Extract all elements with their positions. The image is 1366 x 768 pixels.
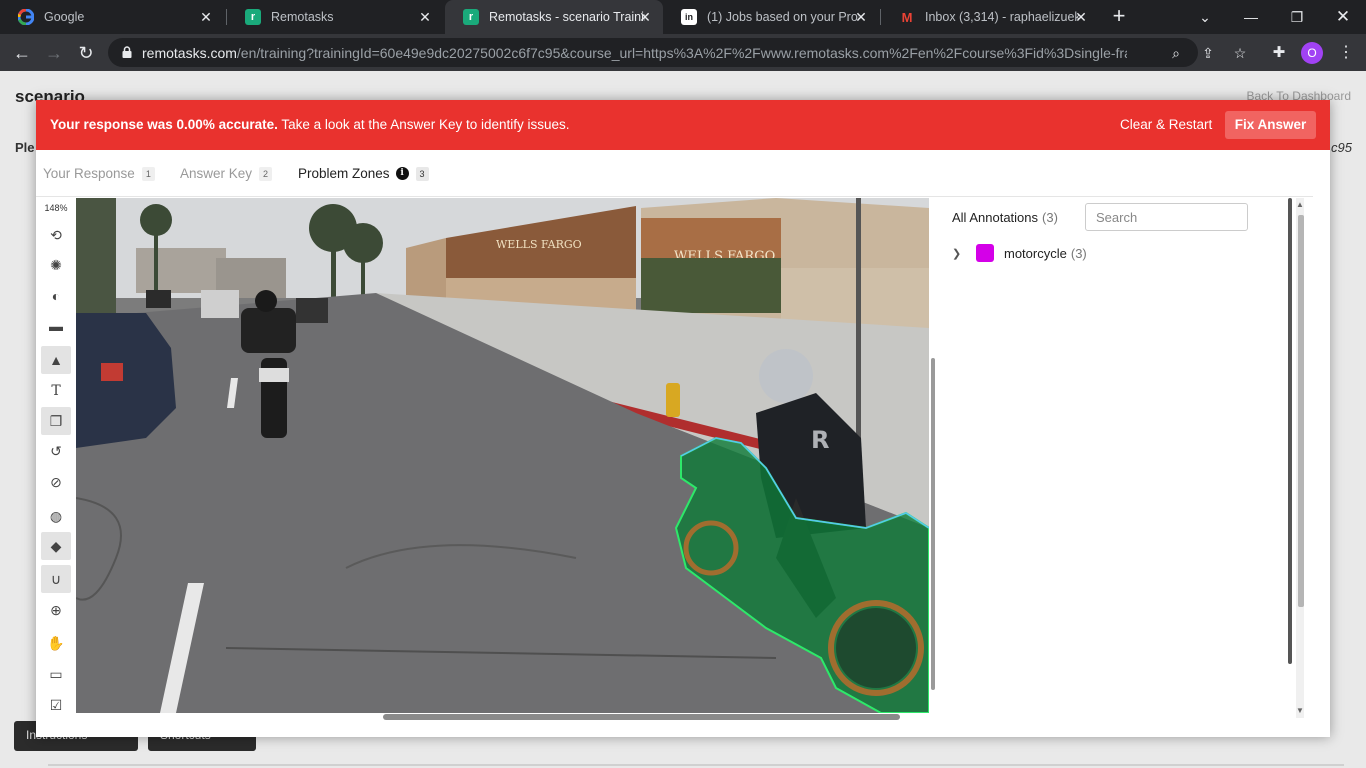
canvas-vertical-scrollbar[interactable] bbox=[931, 358, 935, 690]
tab-badge: 1 bbox=[141, 166, 155, 181]
browser-toolbar: ← → ↻ remotasks.com/en/training?training… bbox=[0, 34, 1366, 71]
tab-search-chevron-icon[interactable]: ⌄ bbox=[1182, 0, 1228, 34]
checkbox-icon[interactable]: ☑ bbox=[41, 691, 71, 719]
contrast-icon[interactable]: ◐ bbox=[41, 282, 71, 310]
reload-button[interactable]: ↻ bbox=[73, 40, 99, 66]
extensions-puzzle-icon[interactable]: ✚ bbox=[1269, 43, 1289, 63]
annotations-search-input[interactable] bbox=[1085, 203, 1248, 231]
group-label: motorcycle bbox=[1004, 245, 1067, 261]
shapes-icon[interactable]: ▲ bbox=[41, 346, 71, 374]
all-annotations-header: All Annotations (3) bbox=[952, 210, 1058, 225]
tab-google[interactable]: Google ✕ bbox=[0, 0, 224, 34]
forward-button[interactable]: → bbox=[41, 40, 67, 66]
alert-accuracy: Your response was 0.00% accurate. bbox=[50, 117, 278, 132]
rotate-icon[interactable]: ⟲ bbox=[41, 221, 71, 249]
group-count: (3) bbox=[1070, 245, 1087, 261]
close-icon[interactable]: ✕ bbox=[198, 9, 214, 25]
info-icon[interactable]: i bbox=[395, 167, 409, 180]
settings-icon[interactable]: ✺ bbox=[41, 251, 71, 279]
page-instructions-text: Ple bbox=[15, 140, 35, 155]
text-icon[interactable]: T bbox=[41, 377, 71, 405]
minimize-button[interactable]: — bbox=[1228, 0, 1274, 34]
profile-avatar[interactable]: O bbox=[1301, 42, 1323, 64]
url-text: remotasks.com/en/training?trainingId=60e… bbox=[142, 45, 1127, 61]
back-button[interactable]: ← bbox=[9, 40, 35, 66]
close-icon[interactable]: ✕ bbox=[853, 9, 869, 25]
layers-icon[interactable]: ❐ bbox=[41, 407, 71, 435]
browser-tab-bar: Google ✕ r Remotasks ✕ r Remotasks - sce… bbox=[0, 0, 1366, 34]
annotations-count: (3) bbox=[1042, 210, 1058, 225]
remotasks-icon: r bbox=[463, 9, 479, 25]
window-close-button[interactable]: ✕ bbox=[1320, 0, 1366, 34]
annotation-toolbar: 148% ⟲ ✺ ◐ ▬ ▲ T ❐ ↺ ⊘ ◍ ◆ ∪ ⊕ ✋ ▭ ☑ bbox=[36, 198, 76, 715]
history-icon[interactable]: ↺ bbox=[41, 437, 71, 465]
google-icon bbox=[18, 9, 34, 25]
scroll-up-arrow-icon[interactable]: ▲ bbox=[1296, 200, 1304, 209]
chevron-right-icon[interactable]: ❯ bbox=[952, 247, 964, 260]
new-tab-button[interactable]: + bbox=[1108, 5, 1130, 28]
alert-hint: Take a look at the Answer Key to identif… bbox=[277, 117, 570, 132]
hand-icon[interactable]: ✋ bbox=[41, 629, 71, 657]
bookmark-star-icon[interactable]: ☆ bbox=[1231, 44, 1249, 62]
tab-problem-zones[interactable]: Problem Zones i 3 bbox=[298, 166, 429, 181]
tab-title: Google bbox=[44, 10, 85, 24]
linkedin-icon: in bbox=[681, 9, 697, 25]
svg-text:R: R bbox=[811, 426, 829, 454]
divider bbox=[48, 764, 1344, 766]
palette-icon[interactable]: ◍ bbox=[41, 502, 71, 530]
tab-badge: 3 bbox=[415, 166, 429, 181]
tab-title: Inbox (3,314) - raphaelizueke bbox=[925, 10, 1079, 24]
modal-right-gutter bbox=[1313, 150, 1330, 737]
share-icon[interactable]: ⇪ bbox=[1199, 44, 1217, 62]
ruler-icon[interactable]: ▭ bbox=[41, 660, 71, 688]
lock-icon bbox=[122, 46, 132, 58]
tab-remotasks[interactable]: r Remotasks ✕ bbox=[227, 0, 443, 34]
address-bar[interactable]: remotasks.com/en/training?trainingId=60e… bbox=[108, 38, 1246, 67]
clear-restart-button[interactable]: Clear & Restart bbox=[1120, 117, 1212, 132]
fix-answer-button[interactable]: Fix Answer bbox=[1225, 111, 1316, 139]
crosshair-icon[interactable]: ⊕ bbox=[41, 596, 71, 624]
tab-title: Remotasks bbox=[271, 10, 334, 24]
close-icon[interactable]: ✕ bbox=[1073, 9, 1089, 25]
training-modal: Your response was 0.00% accurate. Take a… bbox=[36, 100, 1330, 737]
annotation-group-motorcycle[interactable]: ❯ motorcycle (3) bbox=[952, 242, 1087, 264]
tab-your-response[interactable]: Your Response 1 bbox=[43, 166, 155, 181]
zoom-search-icon[interactable]: ⌕ bbox=[1167, 44, 1185, 62]
close-icon[interactable]: ✕ bbox=[637, 9, 653, 25]
accuracy-alert-banner: Your response was 0.00% accurate. Take a… bbox=[36, 100, 1330, 150]
tab-title: (1) Jobs based on your Profile bbox=[707, 10, 859, 24]
restore-button[interactable]: ❐ bbox=[1274, 0, 1320, 34]
street-scene-image: WELLS FARGO WELLS FARGO R bbox=[76, 198, 929, 713]
zoom-level: 148% bbox=[44, 203, 68, 213]
annotations-panel: All Annotations(3) ❯ motorcycle (3) bbox=[936, 198, 1291, 715]
magnet-icon[interactable]: ∪ bbox=[41, 565, 71, 593]
panel-resize-handle[interactable] bbox=[1288, 198, 1292, 664]
hide-icon[interactable]: ⊘ bbox=[41, 468, 71, 496]
brush-icon[interactable]: ▬ bbox=[41, 312, 71, 340]
tab-remotasks-training[interactable]: r Remotasks - scenario Training ✕ bbox=[445, 0, 663, 34]
browser-menu-icon[interactable]: ⋮ bbox=[1336, 42, 1356, 64]
color-swatch bbox=[976, 244, 994, 262]
tab-badge: 2 bbox=[259, 166, 273, 181]
canvas-horizontal-scrollbar[interactable] bbox=[383, 714, 900, 720]
page-id-text: c95 bbox=[1331, 140, 1352, 155]
tab-gmail-inbox[interactable]: M Inbox (3,314) - raphaelizueke ✕ bbox=[881, 0, 1099, 34]
tab-linkedin-jobs[interactable]: in (1) Jobs based on your Profile ✕ bbox=[663, 0, 879, 34]
gmail-icon: M bbox=[901, 9, 913, 25]
modal-tabs: Your Response 1 Answer Key 2 Problem Zones… bbox=[36, 150, 1313, 197]
alert-message: Your response was 0.00% accurate. Take a… bbox=[50, 117, 570, 132]
tab-answer-key[interactable]: Answer Key 2 bbox=[180, 166, 273, 181]
scroll-down-arrow-icon[interactable]: ▼ bbox=[1296, 706, 1304, 715]
image-canvas[interactable]: WELLS FARGO WELLS FARGO R bbox=[76, 198, 929, 713]
close-icon[interactable]: ✕ bbox=[417, 9, 433, 25]
panel-scrollbar-thumb[interactable] bbox=[1298, 215, 1304, 607]
fill-icon[interactable]: ◆ bbox=[41, 532, 71, 560]
remotasks-icon: r bbox=[245, 9, 261, 25]
tab-title: Remotasks - scenario Training bbox=[489, 10, 645, 24]
svg-text:WELLS FARGO: WELLS FARGO bbox=[496, 238, 582, 251]
